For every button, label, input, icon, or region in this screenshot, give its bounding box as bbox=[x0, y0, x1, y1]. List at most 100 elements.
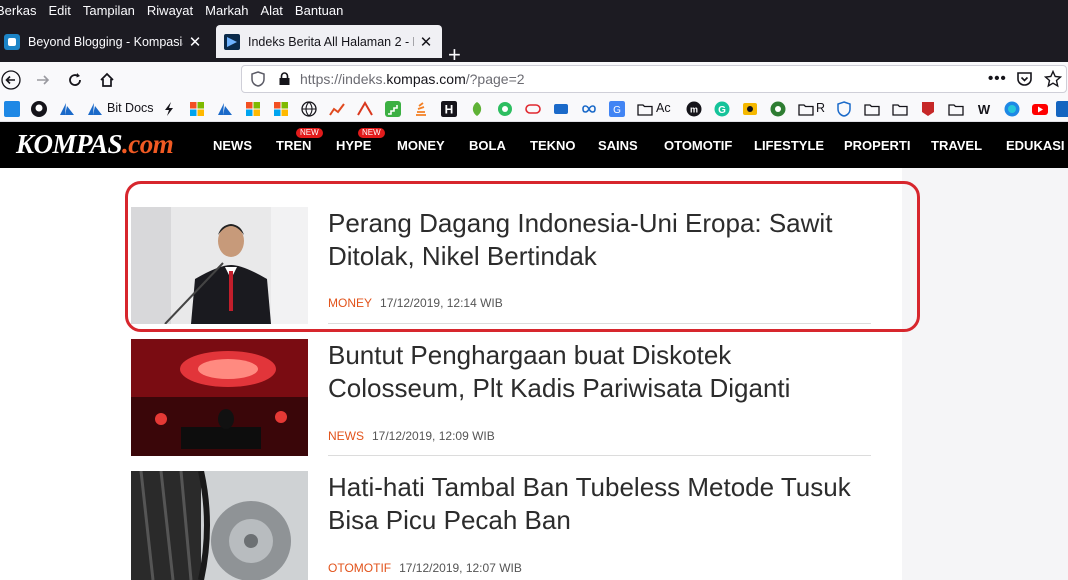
leaf-icon[interactable] bbox=[469, 101, 485, 117]
new-badge: NEW bbox=[358, 128, 385, 138]
folder-icon[interactable] bbox=[892, 101, 908, 117]
article-datetime: 17/12/2019, 12:09 WIB bbox=[372, 429, 495, 443]
microsoft-icon[interactable] bbox=[245, 101, 261, 117]
article-category[interactable]: NEWS bbox=[328, 429, 364, 443]
folder-icon[interactable] bbox=[864, 101, 880, 117]
nav-hype[interactable]: HYPE bbox=[336, 138, 371, 153]
w-icon[interactable]: W bbox=[976, 101, 992, 117]
svg-text:m: m bbox=[690, 105, 698, 115]
menu-history[interactable]: Riwayat bbox=[141, 3, 199, 18]
tag-icon[interactable] bbox=[553, 101, 569, 117]
home-icon[interactable] bbox=[96, 69, 118, 91]
globe-icon[interactable] bbox=[301, 101, 317, 117]
pocket-icon[interactable] bbox=[1016, 71, 1033, 87]
nav-properti[interactable]: PROPERTI bbox=[844, 138, 910, 153]
azure-icon[interactable] bbox=[59, 101, 75, 117]
article-item[interactable]: Hati-hati Tambal Ban Tubeless Metode Tus… bbox=[131, 471, 871, 580]
menu-bookmarks[interactable]: Markah bbox=[199, 3, 254, 18]
navigation-toolbar: https://indeks.kompas.com/?page=2 ••• bbox=[0, 62, 1068, 96]
url-bar[interactable]: https://indeks.kompas.com/?page=2 ••• bbox=[241, 65, 1067, 93]
badge-icon[interactable] bbox=[920, 101, 936, 117]
nav-edukasi[interactable]: EDUKASI bbox=[1006, 138, 1065, 153]
tab-kompas-index[interactable]: Indeks Berita All Halaman 2 - Kompas ✕ bbox=[216, 25, 442, 58]
tab-kompasiana[interactable]: Beyond Blogging - Kompasiana ✕ bbox=[0, 25, 211, 58]
url-suffix: /?page=2 bbox=[465, 71, 525, 87]
menu-edit[interactable]: Edit bbox=[42, 3, 76, 18]
nav-lifestyle[interactable]: LIFESTYLE bbox=[754, 138, 824, 153]
nav-money[interactable]: MONEY bbox=[397, 138, 445, 153]
back-arrow-icon[interactable] bbox=[0, 69, 22, 91]
menu-bar: Berkas Edit Tampilan Riwayat Markah Alat… bbox=[0, 0, 1068, 20]
circle-icon[interactable] bbox=[1004, 101, 1020, 117]
bookmark-label-r[interactable]: R bbox=[816, 101, 825, 115]
nav-tren[interactable]: TREN bbox=[276, 138, 311, 153]
page-actions-menu-icon[interactable]: ••• bbox=[988, 70, 1007, 87]
kompas-favicon-icon bbox=[224, 33, 240, 50]
bookmark-star-icon[interactable] bbox=[1044, 70, 1062, 88]
grammarly-icon[interactable]: G bbox=[714, 101, 730, 117]
bookmark-label-bit-docs[interactable]: Bit Docs bbox=[107, 101, 154, 115]
menu-view[interactable]: Tampilan bbox=[77, 3, 141, 18]
folder-icon[interactable] bbox=[948, 101, 964, 117]
azure-icon[interactable] bbox=[217, 101, 233, 117]
microsoft-icon[interactable] bbox=[273, 101, 289, 117]
article-item[interactable]: Buntut Penghargaan buat Diskotek Colosse… bbox=[131, 339, 871, 459]
right-sidebar bbox=[902, 168, 1068, 580]
article-title[interactable]: Buntut Penghargaan buat Diskotek Colosse… bbox=[328, 339, 868, 405]
url-prefix: https://indeks. bbox=[300, 71, 387, 87]
article-thumbnail[interactable] bbox=[131, 471, 308, 580]
folder-icon[interactable] bbox=[637, 101, 653, 117]
close-icon[interactable]: ✕ bbox=[187, 33, 203, 51]
nav-otomotif[interactable]: OTOMOTIF bbox=[664, 138, 732, 153]
article-meta: OTOMOTIF 17/12/2019, 12:07 WIB bbox=[328, 561, 522, 575]
tracking-shield-icon[interactable] bbox=[250, 71, 266, 87]
evernote-icon[interactable] bbox=[497, 101, 513, 117]
shield-icon[interactable] bbox=[836, 101, 852, 117]
url-text[interactable]: https://indeks.kompas.com/?page=2 bbox=[300, 71, 525, 87]
nav-bola[interactable]: BOLA bbox=[469, 138, 506, 153]
kompasiana-favicon-icon bbox=[4, 33, 20, 50]
article-thumbnail[interactable] bbox=[131, 339, 308, 456]
divider bbox=[328, 455, 871, 456]
svg-text:G: G bbox=[613, 105, 621, 116]
youtube-icon[interactable] bbox=[1032, 101, 1048, 117]
url-domain: kompas.com bbox=[386, 71, 466, 87]
bookmark-favicon-icon[interactable] bbox=[1056, 101, 1068, 117]
h-icon[interactable]: H bbox=[441, 101, 457, 117]
stairs-icon[interactable] bbox=[385, 101, 401, 117]
padlock-icon[interactable] bbox=[278, 72, 291, 86]
bookmark-favicon-icon[interactable] bbox=[4, 101, 20, 117]
nav-tekno[interactable]: TEKNO bbox=[530, 138, 576, 153]
infinity-icon[interactable] bbox=[581, 101, 597, 117]
menu-tools[interactable]: Alat bbox=[255, 3, 289, 18]
extension-icon[interactable] bbox=[770, 101, 786, 117]
bitdocs-icon[interactable] bbox=[87, 101, 103, 117]
pma-icon[interactable] bbox=[357, 101, 373, 117]
nav-news[interactable]: NEWS bbox=[213, 138, 252, 153]
menu-file[interactable]: Berkas bbox=[0, 3, 42, 18]
menu-help[interactable]: Bantuan bbox=[289, 3, 349, 18]
bolt-icon[interactable] bbox=[161, 101, 177, 117]
nav-travel[interactable]: TRAVEL bbox=[931, 138, 982, 153]
article-category[interactable]: OTOMOTIF bbox=[328, 561, 391, 575]
translate-icon[interactable]: G bbox=[609, 101, 625, 117]
article-datetime: 17/12/2019, 12:07 WIB bbox=[399, 561, 522, 575]
article-title[interactable]: Hati-hati Tambal Ban Tubeless Metode Tus… bbox=[328, 471, 868, 537]
m-icon[interactable]: m bbox=[686, 101, 702, 117]
kompas-logo[interactable]: KOMPAS.com bbox=[16, 129, 174, 160]
highlight-annotation bbox=[125, 181, 920, 332]
github-icon[interactable] bbox=[31, 101, 47, 117]
camera-icon[interactable] bbox=[742, 101, 758, 117]
reload-icon[interactable] bbox=[64, 69, 86, 91]
pill-icon[interactable] bbox=[525, 101, 541, 117]
logo-main: KOMPAS bbox=[16, 129, 123, 159]
folder-icon[interactable] bbox=[798, 101, 814, 117]
microsoft-icon[interactable] bbox=[189, 101, 205, 117]
forward-arrow-icon[interactable] bbox=[32, 69, 54, 91]
nav-sains[interactable]: SAINS bbox=[598, 138, 638, 153]
close-icon[interactable]: ✕ bbox=[418, 33, 434, 51]
chart-icon[interactable] bbox=[329, 101, 345, 117]
bookmark-label-ac[interactable]: Ac bbox=[656, 101, 671, 115]
stack-icon[interactable] bbox=[413, 101, 429, 117]
tab-title: Beyond Blogging - Kompasiana bbox=[28, 34, 183, 49]
